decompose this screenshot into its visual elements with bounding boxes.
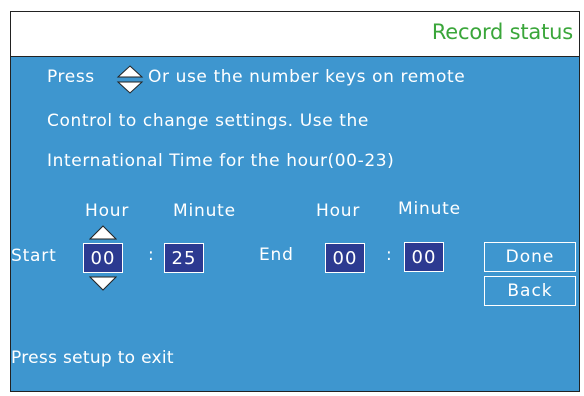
start-hour-field[interactable]: 00 [83, 243, 123, 273]
end-label: End [259, 245, 294, 265]
exit-hint: Press setup to exit [11, 348, 174, 368]
end-minute-field[interactable]: 00 [404, 242, 444, 272]
start-hour-header: Hour [85, 201, 130, 221]
end-hour-header: Hour [316, 201, 361, 221]
back-button[interactable]: Back [484, 276, 576, 306]
start-label: Start [11, 246, 57, 266]
start-minute-header: Minute [173, 201, 236, 221]
instruction-line2: Control to change settings. Use the [47, 111, 369, 131]
instruction-line3: International Time for the hour(00-23) [47, 151, 395, 171]
start-time-separator: : [148, 245, 154, 265]
up-arrow-icon[interactable] [89, 225, 117, 241]
done-button[interactable]: Done [484, 242, 576, 272]
record-status-window: Record status Press Or use the number ke… [10, 11, 580, 392]
settings-panel: Press Or use the number keys on remote C… [11, 57, 579, 391]
up-down-arrows-icon [116, 65, 144, 94]
title-bar: Record status [11, 12, 579, 57]
end-hour-field[interactable]: 00 [325, 243, 365, 273]
end-minute-header: Minute [398, 199, 461, 219]
instruction-press: Press [47, 67, 95, 87]
down-arrow-icon[interactable] [89, 276, 117, 292]
start-minute-field[interactable]: 25 [164, 243, 204, 273]
end-time-separator: : [386, 245, 392, 265]
instruction-remote: Or use the number keys on remote [148, 67, 466, 87]
window-title: Record status [431, 20, 573, 44]
